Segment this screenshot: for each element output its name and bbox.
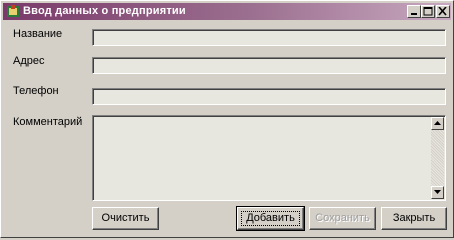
name-field[interactable] bbox=[92, 29, 446, 46]
dialog-window: Ввод данных о предприятии Название Адрес… bbox=[0, 0, 454, 238]
minimize-button[interactable] bbox=[407, 5, 421, 18]
phone-field[interactable] bbox=[92, 88, 446, 105]
save-button[interactable]: Сохранить bbox=[309, 207, 376, 230]
arrow-down-icon bbox=[434, 190, 441, 194]
focus-rect bbox=[241, 211, 300, 226]
minimize-icon bbox=[411, 13, 417, 15]
comment-label: Комментарий bbox=[13, 116, 83, 128]
comment-textarea[interactable] bbox=[92, 115, 446, 201]
maximize-icon bbox=[423, 7, 433, 16]
title-bar[interactable]: Ввод данных о предприятии bbox=[3, 3, 451, 20]
clear-button[interactable]: Очистить bbox=[92, 207, 159, 230]
close-window-button[interactable] bbox=[436, 5, 450, 18]
app-icon bbox=[6, 4, 20, 18]
name-label: Название bbox=[13, 28, 63, 40]
phone-label: Телефон bbox=[13, 85, 59, 97]
scroll-up-button[interactable] bbox=[431, 117, 444, 130]
address-label: Адрес bbox=[13, 55, 45, 67]
add-button[interactable]: Добавить bbox=[236, 206, 305, 231]
close-button[interactable]: Закрыть bbox=[381, 207, 447, 230]
address-field[interactable] bbox=[92, 57, 446, 74]
maximize-button[interactable] bbox=[421, 5, 435, 18]
close-icon bbox=[438, 7, 447, 16]
arrow-up-icon bbox=[434, 121, 441, 125]
window-title: Ввод данных о предприятии bbox=[23, 5, 186, 17]
scroll-down-button[interactable] bbox=[431, 186, 444, 199]
comment-scrollbar[interactable] bbox=[431, 117, 444, 199]
